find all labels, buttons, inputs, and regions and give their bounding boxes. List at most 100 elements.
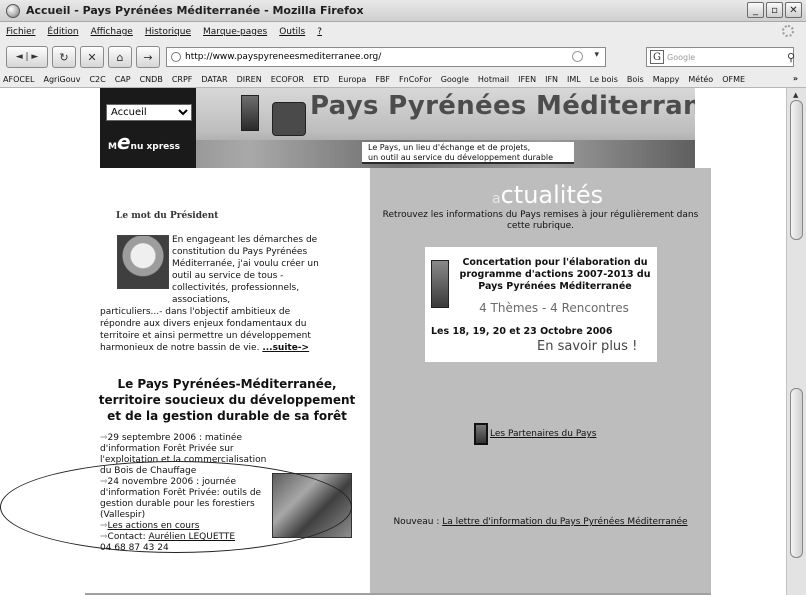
newsletter-link[interactable]: La lettre d'information du Pays Pyrénées… — [442, 517, 687, 527]
url-bar[interactable]: http://www.payspyreneesmediterranee.org/… — [166, 47, 606, 67]
vertical-scrollbar[interactable]: ▲ — [786, 88, 806, 595]
bookmark-ecofor[interactable]: ECOFOR — [271, 75, 304, 84]
menu-affichage[interactable]: Affichage — [85, 27, 139, 37]
actualites-title-rest: ctualités — [500, 181, 604, 209]
menu-express-logo: Menu xpress — [108, 130, 180, 154]
bookmark-agrigouv[interactable]: AgriGouv — [43, 75, 80, 84]
menu-help[interactable]: ? — [311, 27, 328, 37]
president-text-indented: En engageant les démarches de constituti… — [172, 235, 319, 305]
bookmark-afocel[interactable]: AFOCEL — [3, 75, 34, 84]
bookmark-ofme[interactable]: OFME — [722, 75, 745, 84]
menu-bar: Fichier Édition Affichage Historique Mar… — [0, 22, 806, 42]
concertation-promo[interactable]: Concertation pour l'élaboration du progr… — [425, 247, 657, 362]
promo-more-link[interactable]: En savoir plus ! — [537, 339, 637, 354]
menu-historique[interactable]: Historique — [139, 27, 197, 37]
menu-express-big: e — [116, 130, 131, 154]
bookmark-etd[interactable]: ETD — [313, 75, 329, 84]
throbber-icon — [782, 25, 794, 37]
foret-heading: Le Pays Pyrénées-Méditerranée, territoir… — [98, 377, 356, 423]
bookmark-ifn[interactable]: IFN — [545, 75, 558, 84]
bookmark-c2c[interactable]: C2C — [89, 75, 105, 84]
promo-dates: Les 18, 19, 20 et 23 Octobre 2006 — [431, 326, 613, 337]
google-search-engine-icon[interactable]: G — [650, 50, 664, 64]
actualites-title: actualités — [492, 181, 603, 209]
search-icon[interactable]: ⚲ — [787, 51, 795, 64]
actualites-subtitle: Retrouvez les informations du Pays remis… — [382, 210, 699, 231]
newsletter-prefix: Nouveau : — [393, 517, 443, 527]
firefox-icon — [6, 3, 20, 18]
menu-express-rest: nu xpress — [130, 142, 180, 152]
president-suite-link[interactable]: ...suite-> — [262, 343, 309, 353]
arrow-icon: ⇒ — [100, 433, 108, 443]
close-button[interactable]: ✕ — [785, 2, 802, 18]
actualites-title-initial: a — [492, 191, 501, 207]
bookmark-star-icon[interactable] — [572, 51, 583, 62]
browser-window: Accueil - Pays Pyrénées Méditerranée - M… — [0, 0, 806, 595]
search-box[interactable]: G Google ⚲ — [646, 47, 795, 67]
bookmark-mappy[interactable]: Mappy — [653, 75, 680, 84]
back-forward-button[interactable]: ◄ | ► — [6, 46, 48, 68]
bookmark-bois[interactable]: Bois — [627, 75, 644, 84]
menu-outils[interactable]: Outils — [273, 27, 311, 37]
bookmark-meteo[interactable]: Météo — [688, 75, 713, 84]
reload-button[interactable]: ↻ — [52, 46, 76, 68]
menu-express-prefix: M — [108, 142, 117, 152]
bookmark-datar[interactable]: DATAR — [201, 75, 227, 84]
scroll-up-icon[interactable]: ▲ — [793, 91, 798, 99]
bookmark-iml[interactable]: IML — [567, 75, 581, 84]
site-globe-icon — [171, 52, 181, 62]
bookmark-hotmail[interactable]: Hotmail — [478, 75, 509, 84]
navigation-toolbar: ◄ | ► ↻ ✕ ⌂ → http://www.payspyreneesmed… — [0, 42, 806, 72]
president-message: En engageant les démarches de constituti… — [100, 234, 322, 354]
url-dropdown-icon[interactable]: ▾ — [594, 50, 599, 60]
promo-heading: Concertation pour l'élaboration du progr… — [459, 257, 651, 292]
bookmark-le-bois[interactable]: Le bois — [590, 75, 618, 84]
partners-block: Les Partenaires du Pays — [474, 423, 596, 445]
menu-edition[interactable]: Édition — [41, 27, 84, 37]
left-column: Le mot du Président En engageant les dém… — [0, 168, 370, 595]
promo-emblem-icon — [431, 260, 449, 308]
scrollbar-thumb-lower[interactable] — [790, 388, 803, 558]
maximize-button[interactable]: ▫ — [766, 2, 783, 18]
partners-thumbnail-icon[interactable] — [474, 423, 488, 445]
bookmarks-toolbar: AFOCEL AgriGouv C2C CAP CNDB CRPF DATAR … — [0, 72, 806, 88]
site-banner: Accueil Menu xpress Pays Pyrénées Médite… — [100, 88, 695, 168]
president-heading: Le mot du Président — [116, 211, 219, 221]
bookmarks-overflow-button[interactable]: » — [793, 74, 798, 83]
bookmark-crpf[interactable]: CRPF — [172, 75, 193, 84]
tagline-line-1: Le Pays, un lieu d'échange et de projets… — [368, 143, 531, 152]
menu-express-panel: Accueil Menu xpress — [100, 88, 196, 168]
page-content: Accueil Menu xpress Pays Pyrénées Médite… — [0, 88, 786, 595]
bookmark-diren[interactable]: DIREN — [237, 75, 262, 84]
home-button[interactable]: ⌂ — [108, 46, 132, 68]
title-bar: Accueil - Pays Pyrénées Méditerranée - M… — [0, 0, 806, 22]
bookmark-ifen[interactable]: IFEN — [518, 75, 536, 84]
catalan-emblem-icon — [241, 95, 259, 131]
menu-fichier[interactable]: Fichier — [0, 27, 41, 37]
bookmark-cap[interactable]: CAP — [115, 75, 131, 84]
site-title: Pays Pyrénées Méditerranée — [310, 91, 695, 121]
menu-marque-pages[interactable]: Marque-pages — [197, 27, 273, 37]
bookmark-google[interactable]: Google — [441, 75, 469, 84]
site-tagline: Le Pays, un lieu d'échange et de projets… — [362, 142, 574, 164]
page-select[interactable]: Accueil — [106, 104, 192, 121]
right-column: actualités Retrouvez les informations du… — [370, 168, 711, 595]
stop-button[interactable]: ✕ — [80, 46, 104, 68]
scrollbar-thumb[interactable] — [790, 100, 803, 240]
bookmark-europa[interactable]: Europa — [338, 75, 366, 84]
bookmark-fbf[interactable]: FBF — [375, 75, 390, 84]
bookmark-cndb[interactable]: CNDB — [140, 75, 163, 84]
annotation-ellipse — [0, 461, 352, 553]
bookmark-fncofor[interactable]: FnCoFor — [399, 75, 432, 84]
url-text: http://www.payspyreneesmediterranee.org/ — [185, 52, 382, 62]
partners-link[interactable]: Les Partenaires du Pays — [490, 429, 596, 439]
pays-leaf-logo-icon — [272, 102, 306, 136]
window-title: Accueil - Pays Pyrénées Méditerranée - M… — [26, 4, 364, 17]
minimize-button[interactable]: _ — [747, 2, 764, 18]
go-button[interactable]: → — [136, 46, 160, 68]
window-controls: _ ▫ ✕ — [747, 2, 802, 18]
promo-themes: 4 Thèmes - 4 Rencontres — [479, 301, 629, 315]
tagline-line-2: un outil au service du développement dur… — [368, 153, 554, 162]
newsletter-line: Nouveau : La lettre d'information du Pay… — [370, 517, 711, 527]
search-placeholder: Google — [667, 52, 696, 62]
